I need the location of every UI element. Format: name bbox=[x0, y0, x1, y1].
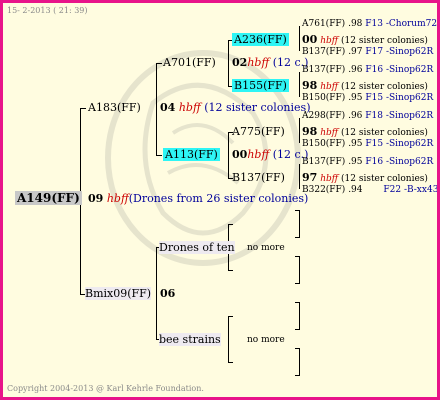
connector-line bbox=[299, 348, 300, 376]
sire-lower-label: bee strains bbox=[159, 333, 221, 346]
connector-line bbox=[295, 237, 299, 238]
connector-line bbox=[299, 164, 300, 189]
pedigree-frame: 15- 2-2013 ( 21: 39) Copyright 2004-2013… bbox=[0, 0, 440, 400]
leaf-info: 00 hbff (12 sister colonies) bbox=[302, 33, 428, 46]
dam-upper-info: 02hbff (12 c.) bbox=[232, 56, 308, 69]
connector-line bbox=[228, 224, 233, 225]
connector-line bbox=[295, 256, 299, 257]
ancestor-row: B137(FF) .97 F17 -Sinop62R bbox=[302, 47, 434, 57]
connector-line bbox=[299, 256, 300, 284]
dam-breeding-info: 04 hbff (12 sister colonies) bbox=[160, 101, 311, 114]
sire-lower-no-more: no more bbox=[247, 335, 285, 345]
dam-queen[interactable]: A183(FF) bbox=[88, 101, 141, 114]
hbff: hbff bbox=[247, 56, 270, 69]
connector-line bbox=[299, 210, 300, 238]
connector-line bbox=[80, 108, 86, 109]
ancestor-row: B150(FF) .95 F15 -Sinop62R bbox=[302, 139, 434, 149]
leaf-queen[interactable]: A236(FF) bbox=[232, 33, 289, 46]
connector-line bbox=[228, 316, 233, 317]
dam-lower-queen[interactable]: A113(FF) bbox=[163, 148, 220, 161]
dam-gen: 04 bbox=[160, 101, 176, 114]
connector-line bbox=[299, 26, 300, 51]
ancestor-row: B137(FF) .95 F16 -Sinop62R bbox=[302, 157, 434, 167]
connector-line bbox=[228, 270, 233, 271]
sire-queen[interactable]: Bmix09(FF) bbox=[85, 287, 152, 300]
gen: 00 bbox=[232, 148, 248, 161]
connector-line bbox=[295, 283, 299, 284]
leaf-queen[interactable]: B155(FF) bbox=[232, 79, 289, 92]
hbff: hbff bbox=[247, 148, 270, 161]
leaf-info: 98 hbff (12 sister colonies) bbox=[302, 125, 428, 138]
sire-upper-label: Drones of ten bbox=[159, 241, 235, 254]
dam-note: (12 sister colonies) bbox=[204, 101, 311, 114]
connector-line bbox=[299, 118, 300, 143]
ancestor-row: B137(FF) .96 F16 -Sinop62R bbox=[302, 65, 434, 75]
ancestor-row: B322(FF) .94 F22 -B-xx43 bbox=[302, 185, 439, 195]
root-breeding-info: 09 hbff(Drones from 26 sister colonies) bbox=[88, 192, 308, 205]
ancestor-row: A298(FF) .96 F18 -Sinop62R bbox=[302, 111, 434, 121]
connector-line bbox=[156, 63, 157, 156]
root-hbff: hbff bbox=[106, 192, 129, 205]
ancestor-row: B150(FF) .95 F15 -Sinop62R bbox=[302, 93, 434, 103]
root-queen[interactable]: A149(FF) bbox=[15, 191, 82, 205]
connector-line bbox=[156, 155, 162, 156]
copyright-text: Copyright 2004-2013 @ Karl Kehrle Founda… bbox=[7, 384, 204, 393]
leaf-queen[interactable]: B137(FF) bbox=[232, 171, 285, 184]
connector-line bbox=[228, 40, 229, 87]
connector-line bbox=[228, 132, 229, 179]
connector-line bbox=[299, 302, 300, 330]
connector-line bbox=[228, 362, 233, 363]
ancestor-row: A761(FF) .98 F13 -Chorum72R bbox=[302, 19, 440, 29]
date-stamp: 15- 2-2013 ( 21: 39) bbox=[7, 6, 88, 15]
connector-line bbox=[295, 375, 299, 376]
dam-lower-info: 00hbff (12 c.) bbox=[232, 148, 308, 161]
connector-line bbox=[295, 348, 299, 349]
root-gen: 09 bbox=[88, 192, 104, 205]
sire-upper-no-more: no more bbox=[247, 243, 285, 253]
leaf-info: 98 hbff (12 sister colonies) bbox=[302, 79, 428, 92]
connector-line bbox=[228, 316, 229, 363]
root-note: (Drones from 26 sister colonies) bbox=[128, 192, 309, 205]
connector-line bbox=[295, 302, 299, 303]
leaf-info: 97 hbff (12 sister colonies) bbox=[302, 171, 428, 184]
dam-hbff: hbff bbox=[178, 101, 201, 114]
gen: 02 bbox=[232, 56, 248, 69]
connector-line bbox=[299, 72, 300, 97]
sire-gen: 06 bbox=[160, 287, 176, 300]
leaf-queen[interactable]: A775(FF) bbox=[232, 125, 285, 138]
connector-line bbox=[295, 210, 299, 211]
connector-line bbox=[295, 329, 299, 330]
connector-line bbox=[156, 247, 157, 340]
dam-upper-queen[interactable]: A701(FF) bbox=[163, 56, 216, 69]
connector-line bbox=[156, 63, 162, 64]
